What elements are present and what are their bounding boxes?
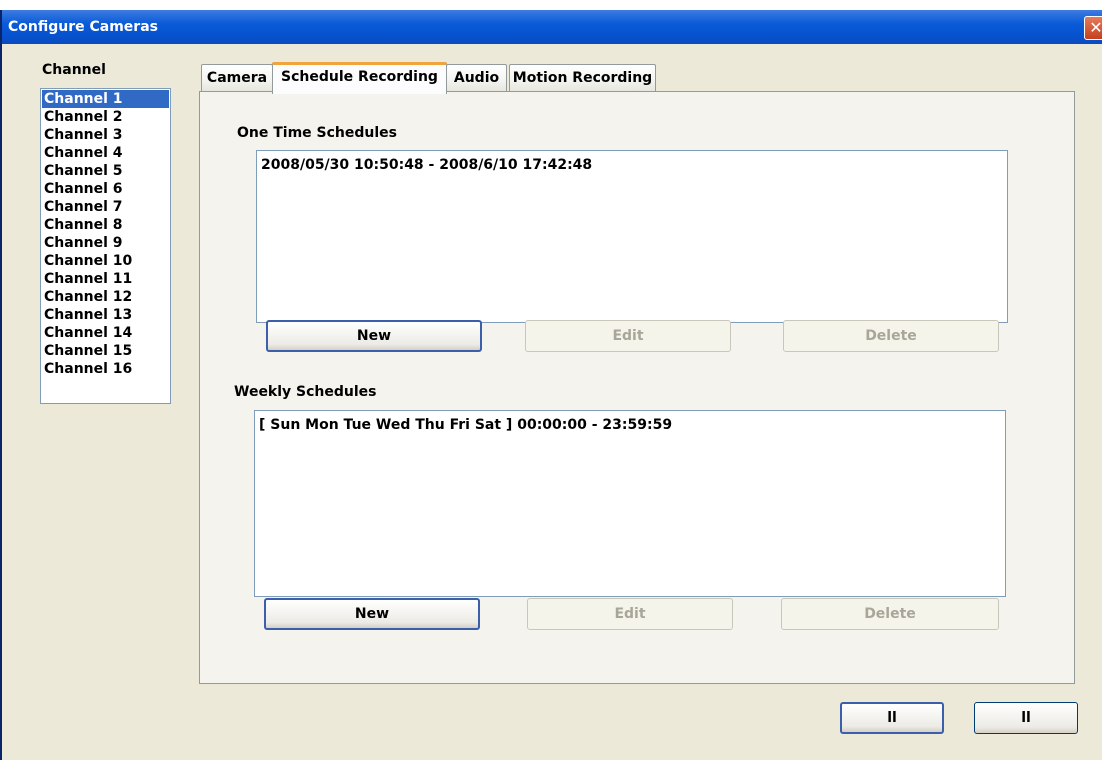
window-title: Configure Cameras	[8, 19, 158, 35]
list-item[interactable]: [ Sun Mon Tue Wed Thu Fri Sat ] 00:00:00…	[259, 417, 1001, 433]
channel-item[interactable]: Channel 14	[42, 324, 169, 342]
tab-audio[interactable]: Audio	[446, 64, 507, 92]
channel-item[interactable]: Channel 7	[42, 198, 169, 216]
channel-list[interactable]: Channel 1 Channel 2 Channel 3 Channel 4 …	[40, 88, 171, 404]
configure-cameras-dialog: Configure Cameras ✕ Channel Channel 1 Ch…	[0, 10, 1102, 760]
one-time-new-button[interactable]: New	[266, 320, 482, 352]
channel-item[interactable]: Channel 11	[42, 270, 169, 288]
tab-camera[interactable]: Camera	[201, 64, 273, 92]
weekly-new-button[interactable]: New	[264, 598, 480, 630]
list-item[interactable]: 2008/05/30 10:50:48 - 2008/6/10 17:42:48	[261, 157, 1003, 173]
channel-item[interactable]: Channel 5	[42, 162, 169, 180]
one-time-schedules-list[interactable]: 2008/05/30 10:50:48 - 2008/6/10 17:42:48	[256, 150, 1008, 323]
channel-label: Channel	[42, 62, 106, 78]
tab-motion-recording[interactable]: Motion Recording	[509, 64, 656, 92]
one-time-delete-button[interactable]: Delete	[783, 320, 999, 352]
weekly-schedules-label: Weekly Schedules	[234, 384, 377, 400]
channel-item[interactable]: Channel 12	[42, 288, 169, 306]
weekly-schedules-list[interactable]: [ Sun Mon Tue Wed Thu Fri Sat ] 00:00:00…	[254, 410, 1006, 597]
cancel-button[interactable]: ll	[974, 702, 1078, 734]
one-time-schedules-label: One Time Schedules	[237, 125, 398, 141]
channel-item[interactable]: Channel 4	[42, 144, 169, 162]
channel-item[interactable]: Channel 10	[42, 252, 169, 270]
channel-item[interactable]: Channel 6	[42, 180, 169, 198]
channel-item[interactable]: Channel 13	[42, 306, 169, 324]
channel-item[interactable]: Channel 2	[42, 108, 169, 126]
channel-item[interactable]: Channel 1	[42, 90, 169, 108]
channel-item[interactable]: Channel 9	[42, 234, 169, 252]
weekly-delete-button[interactable]: Delete	[781, 598, 999, 630]
channel-item[interactable]: Channel 3	[42, 126, 169, 144]
ok-button[interactable]: ll	[840, 702, 944, 734]
channel-item[interactable]: Channel 8	[42, 216, 169, 234]
tab-schedule-recording[interactable]: Schedule Recording	[272, 62, 447, 94]
one-time-edit-button[interactable]: Edit	[525, 320, 731, 352]
channel-item[interactable]: Channel 16	[42, 360, 169, 378]
weekly-edit-button[interactable]: Edit	[527, 598, 733, 630]
title-bar[interactable]: Configure Cameras ✕	[2, 10, 1102, 44]
channel-item[interactable]: Channel 15	[42, 342, 169, 360]
close-icon[interactable]: ✕	[1084, 16, 1102, 40]
